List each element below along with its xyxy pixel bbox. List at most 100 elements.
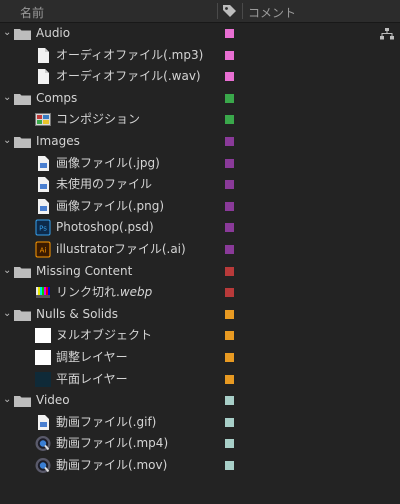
item-label: 未使用のファイル xyxy=(56,177,153,192)
tag-icon[interactable] xyxy=(222,4,238,18)
list-item[interactable]: 動画ファイル(.mov) xyxy=(0,455,400,477)
list-item[interactable]: 調整レイヤー xyxy=(0,347,400,369)
list-item[interactable]: 動画ファイル(.mp4) xyxy=(0,433,400,455)
solid-dark-icon xyxy=(35,371,51,387)
folder-label: Missing Content xyxy=(36,263,133,278)
label-color-swatch[interactable] xyxy=(225,180,234,190)
folder-row-audio[interactable]: ⌄ Audio xyxy=(0,23,400,45)
label-color-swatch[interactable] xyxy=(225,136,234,146)
label-color-swatch[interactable] xyxy=(225,331,234,341)
chevron-down-icon[interactable]: ⌄ xyxy=(3,92,13,103)
list-item[interactable]: 画像ファイル(.png) xyxy=(0,196,400,218)
item-label: 動画ファイル(.mp4) xyxy=(56,436,169,451)
folder-label: Audio xyxy=(36,26,71,40)
label-color-swatch[interactable] xyxy=(225,439,234,449)
item-label: オーディオファイル(.wav) xyxy=(56,69,201,84)
label-color-swatch[interactable] xyxy=(225,93,234,103)
svg-text:Ai: Ai xyxy=(40,246,47,254)
folder-label: Nulls & Solids xyxy=(36,306,118,321)
chevron-down-icon[interactable]: ⌄ xyxy=(3,308,13,319)
label-color-swatch[interactable] xyxy=(225,29,234,38)
image-file-icon xyxy=(38,414,49,430)
list-item[interactable]: リンク切れ.webp xyxy=(0,282,400,304)
item-label: illustratorファイル(.ai) xyxy=(56,241,186,256)
quicktime-icon xyxy=(35,436,51,452)
list-item[interactable]: Ai illustratorファイル(.ai) xyxy=(0,239,400,261)
item-label: 画像ファイル(.png) xyxy=(56,198,165,213)
item-label: 動画ファイル(.gif) xyxy=(56,414,157,429)
label-color-swatch[interactable] xyxy=(225,417,234,427)
list-item[interactable]: 平面レイヤー xyxy=(0,369,400,391)
label-color-swatch[interactable] xyxy=(225,266,234,276)
folder-label: Comps xyxy=(36,90,78,105)
folder-row-comps[interactable]: ⌄ Comps xyxy=(0,88,400,110)
image-file-icon xyxy=(38,155,49,171)
folder-row-nulls-solids[interactable]: ⌄ Nulls & Solids xyxy=(0,304,400,326)
quicktime-icon xyxy=(35,457,51,473)
project-panel: 名前 コメント ⌄ Audio オーディオファイル(.mp3) オーディオファイ… xyxy=(0,0,400,504)
image-file-icon xyxy=(38,198,49,214)
chevron-down-icon[interactable]: ⌄ xyxy=(3,265,13,276)
item-label: 調整レイヤー xyxy=(56,349,128,364)
composition-icon xyxy=(35,113,51,127)
folder-label: Images xyxy=(36,133,80,148)
label-color-swatch[interactable] xyxy=(225,223,234,233)
folder-icon xyxy=(14,29,31,40)
label-color-swatch[interactable] xyxy=(225,460,234,470)
svg-text:Ps: Ps xyxy=(39,225,47,233)
column-header: 名前 コメント xyxy=(0,0,400,23)
folder-row-images[interactable]: ⌄ Images xyxy=(0,131,400,153)
chevron-down-icon[interactable]: ⌄ xyxy=(3,395,13,405)
folder-icon xyxy=(14,266,31,278)
item-label: オーディオファイル(.mp3) xyxy=(56,47,204,62)
folder-icon xyxy=(14,396,31,408)
item-label: 画像ファイル(.jpg) xyxy=(56,155,160,170)
folder-row-video[interactable]: ⌄ Video xyxy=(0,390,400,412)
photoshop-icon: Ps xyxy=(35,219,51,236)
label-color-swatch[interactable] xyxy=(225,50,234,60)
comment-column-header[interactable]: コメント xyxy=(248,4,296,21)
label-color-swatch[interactable] xyxy=(225,201,234,211)
solid-white-icon xyxy=(35,349,51,365)
item-label: ヌルオブジェクト xyxy=(56,328,153,343)
folder-label: Video xyxy=(36,393,70,408)
folder-icon xyxy=(14,93,31,105)
label-color-swatch[interactable] xyxy=(225,72,234,82)
list-item[interactable]: 画像ファイル(.jpg) xyxy=(0,153,400,175)
folder-icon xyxy=(14,309,31,321)
folder-icon xyxy=(14,136,31,148)
label-color-swatch[interactable] xyxy=(225,352,234,362)
item-label: コンポジション xyxy=(56,112,141,127)
label-color-swatch[interactable] xyxy=(225,309,234,319)
list-item[interactable]: 未使用のファイル xyxy=(0,174,400,196)
image-file-icon xyxy=(38,177,49,193)
item-label: 平面レイヤー xyxy=(56,371,128,386)
name-column-header[interactable]: 名前 xyxy=(20,4,44,21)
color-bars-icon xyxy=(35,286,51,300)
column-divider[interactable] xyxy=(242,3,243,19)
label-color-swatch[interactable] xyxy=(225,374,234,384)
label-color-swatch[interactable] xyxy=(225,396,234,406)
list-item[interactable]: オーディオファイル(.mp3) xyxy=(0,45,400,67)
label-color-swatch[interactable] xyxy=(225,115,234,125)
list-item[interactable]: ヌルオブジェクト xyxy=(0,325,400,347)
item-label: リンク切れ.webp xyxy=(56,285,153,300)
item-label: Photoshop(.psd) xyxy=(56,220,154,235)
column-divider[interactable] xyxy=(217,3,218,19)
chevron-down-icon[interactable]: ⌄ xyxy=(3,135,13,146)
item-label: 動画ファイル(.mov) xyxy=(56,457,168,472)
project-tree: ⌄ Audio オーディオファイル(.mp3) オーディオファイル(.wav) … xyxy=(0,23,400,476)
document-icon xyxy=(38,47,49,63)
list-item[interactable]: 動画ファイル(.gif) xyxy=(0,412,400,434)
folder-row-missing-content[interactable]: ⌄ Missing Content xyxy=(0,261,400,283)
list-item[interactable]: Ps Photoshop(.psd) xyxy=(0,217,400,239)
list-item[interactable]: オーディオファイル(.wav) xyxy=(0,66,400,88)
document-icon xyxy=(38,69,49,85)
list-item[interactable]: コンポジション xyxy=(0,109,400,131)
solid-white-icon xyxy=(35,328,51,344)
label-color-swatch[interactable] xyxy=(225,288,234,298)
label-color-swatch[interactable] xyxy=(225,244,234,254)
illustrator-icon: Ai xyxy=(35,241,51,258)
chevron-down-icon[interactable]: ⌄ xyxy=(3,28,13,38)
label-color-swatch[interactable] xyxy=(225,158,234,168)
